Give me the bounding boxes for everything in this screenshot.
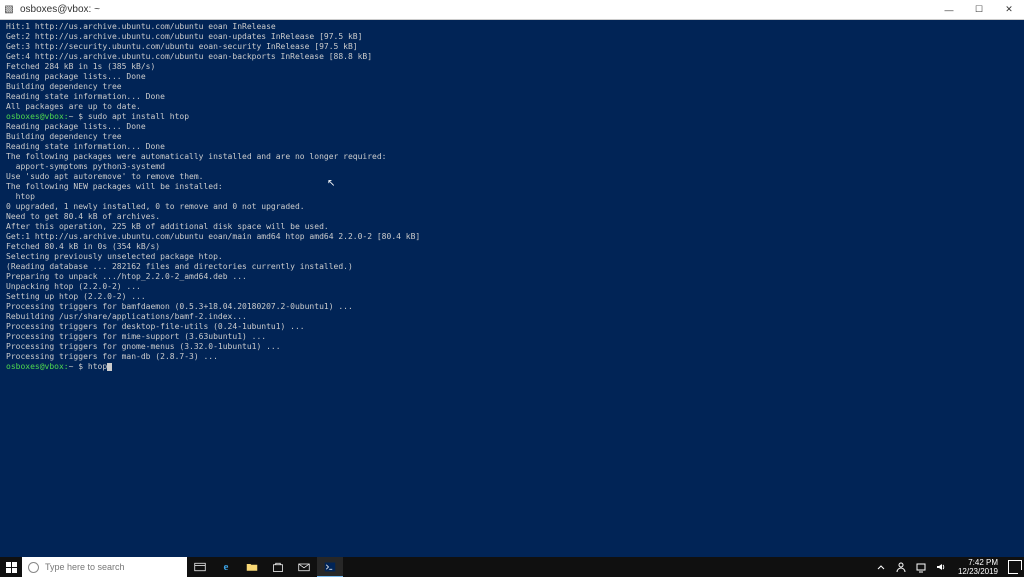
terminal-line: Reading package lists... Done <box>6 72 1018 82</box>
terminal-line: All packages are up to date. <box>6 102 1018 112</box>
command-text: sudo apt install htop <box>88 112 189 121</box>
terminal-line: Fetched 80.4 kB in 0s (354 kB/s) <box>6 242 1018 252</box>
powershell-icon <box>324 561 336 573</box>
powershell-icon: ▧ <box>0 4 18 15</box>
edge-icon: e <box>224 561 229 573</box>
windows-logo-icon <box>6 562 17 573</box>
terminal-line: Reading package lists... Done <box>6 122 1018 132</box>
system-tray: 7:42 PM 12/23/2019 <box>874 558 1024 576</box>
terminal-line: Unpacking htop (2.2.0-2) ... <box>6 282 1018 292</box>
terminal-line: htop <box>6 192 1018 202</box>
clock-time: 7:42 PM <box>958 558 998 567</box>
prompt-user: osboxes@vbox: <box>6 362 69 371</box>
volume-icon[interactable] <box>934 561 948 573</box>
window-controls: — ☐ ✕ <box>934 0 1024 20</box>
terminal-line: Get:4 http://us.archive.ubuntu.com/ubunt… <box>6 52 1018 62</box>
terminal-line: 0 upgraded, 1 newly installed, 0 to remo… <box>6 202 1018 212</box>
tray-chevron-up-icon[interactable] <box>874 563 888 571</box>
terminal-body[interactable]: Hit:1 http://us.archive.ubuntu.com/ubunt… <box>0 20 1024 557</box>
task-view-button[interactable] <box>187 557 213 577</box>
terminal-line: The following NEW packages will be insta… <box>6 182 1018 192</box>
folder-icon <box>246 561 258 573</box>
taskbar-clock[interactable]: 7:42 PM 12/23/2019 <box>954 558 1002 576</box>
terminal-line: Processing triggers for mime-support (3.… <box>6 332 1018 342</box>
terminal-line: Hit:1 http://us.archive.ubuntu.com/ubunt… <box>6 22 1018 32</box>
terminal-line: Reading state information... Done <box>6 142 1018 152</box>
clock-date: 12/23/2019 <box>958 567 998 576</box>
terminal-line: Processing triggers for gnome-menus (3.3… <box>6 342 1018 352</box>
powershell-taskbar-button[interactable] <box>317 557 343 577</box>
store-icon <box>272 561 284 573</box>
taskbar: Type here to search e 7:42 PM 12/23/2019 <box>0 557 1024 577</box>
terminal-line: Building dependency tree <box>6 132 1018 142</box>
edge-button[interactable]: e <box>213 557 239 577</box>
terminal-line: Fetched 284 kB in 1s (385 kB/s) <box>6 62 1018 72</box>
mail-icon <box>298 561 310 573</box>
terminal-line: Get:3 http://security.ubuntu.com/ubuntu … <box>6 42 1018 52</box>
terminal-line: Get:2 http://us.archive.ubuntu.com/ubunt… <box>6 32 1018 42</box>
terminal-line: Get:1 http://us.archive.ubuntu.com/ubunt… <box>6 232 1018 242</box>
action-center-button[interactable] <box>1008 560 1022 574</box>
terminal-line: After this operation, 225 kB of addition… <box>6 222 1018 232</box>
terminal-line: Preparing to unpack .../htop_2.2.0-2_amd… <box>6 272 1018 282</box>
maximize-button[interactable]: ☐ <box>964 0 994 20</box>
terminal-line: Selecting previously unselected package … <box>6 252 1018 262</box>
file-explorer-button[interactable] <box>239 557 265 577</box>
terminal-line: apport-symptoms python3-systemd <box>6 162 1018 172</box>
terminal-line: The following packages were automaticall… <box>6 152 1018 162</box>
taskbar-search[interactable]: Type here to search <box>22 557 187 577</box>
network-icon[interactable] <box>914 561 928 573</box>
store-button[interactable] <box>265 557 291 577</box>
prompt-user: osboxes@vbox: <box>6 112 69 121</box>
search-placeholder: Type here to search <box>45 562 125 572</box>
cursor <box>107 363 112 371</box>
terminal-line: Need to get 80.4 kB of archives. <box>6 212 1018 222</box>
close-button[interactable]: ✕ <box>994 0 1024 20</box>
terminal-line: Processing triggers for man-db (2.8.7-3)… <box>6 352 1018 362</box>
terminal-line: Rebuilding /usr/share/applications/bamf-… <box>6 312 1018 322</box>
terminal-line: Processing triggers for desktop-file-uti… <box>6 322 1018 332</box>
task-view-icon <box>194 561 206 573</box>
notification-icon <box>1008 560 1022 574</box>
window-titlebar[interactable]: ▧ osboxes@vbox: ~ — ☐ ✕ <box>0 0 1024 20</box>
people-icon[interactable] <box>894 561 908 573</box>
search-icon <box>28 562 39 573</box>
window-title: osboxes@vbox: ~ <box>18 4 934 15</box>
mail-button[interactable] <box>291 557 317 577</box>
terminal-line: (Reading database ... 282162 files and d… <box>6 262 1018 272</box>
terminal-line: Processing triggers for bamfdaemon (0.5.… <box>6 302 1018 312</box>
terminal-line: Building dependency tree <box>6 82 1018 92</box>
terminal-line: Setting up htop (2.2.0-2) ... <box>6 292 1018 302</box>
terminal-line: Reading state information... Done <box>6 92 1018 102</box>
command-text: htop <box>88 362 107 371</box>
start-button[interactable] <box>0 557 22 577</box>
terminal-line: Use 'sudo apt autoremove' to remove them… <box>6 172 1018 182</box>
minimize-button[interactable]: — <box>934 0 964 20</box>
terminal-window: ▧ osboxes@vbox: ~ — ☐ ✕ Hit:1 http://us.… <box>0 0 1024 557</box>
